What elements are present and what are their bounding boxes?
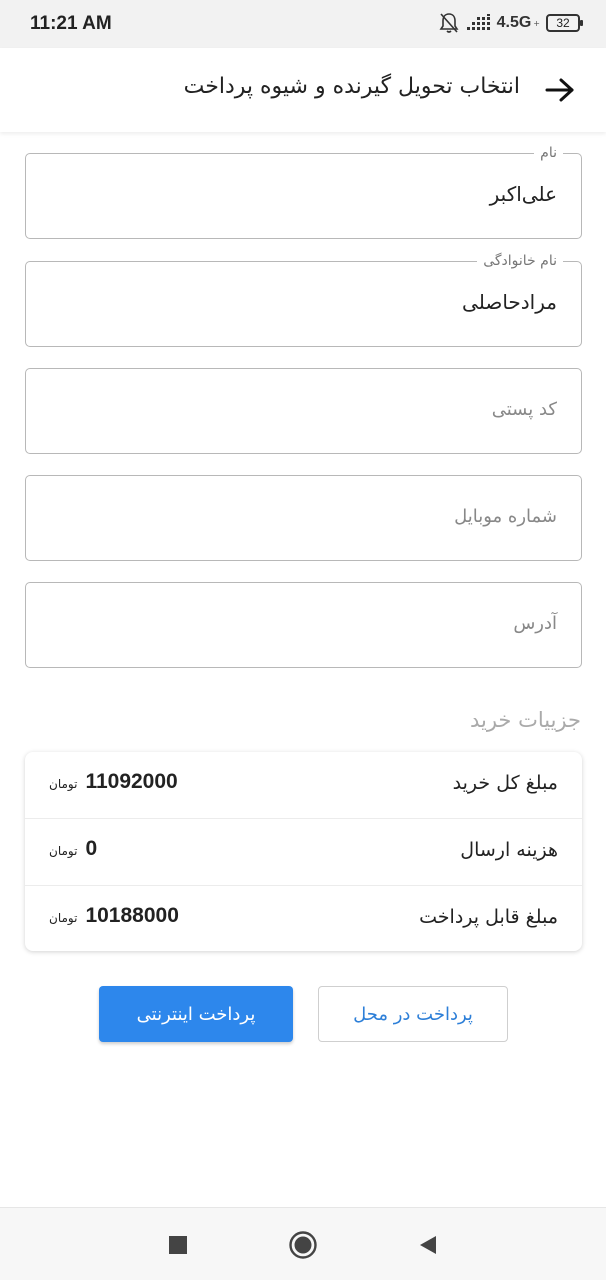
recent-apps-icon xyxy=(169,1236,187,1254)
detail-amount: تومان 11092000 xyxy=(49,770,178,794)
address-placeholder: آدرس xyxy=(513,613,557,634)
postal-code-field[interactable]: کد پستی xyxy=(25,368,582,454)
status-icons: 4.5G + 32 xyxy=(439,12,583,34)
mobile-placeholder: شماره موبایل xyxy=(454,506,557,527)
detail-currency: تومان xyxy=(49,777,78,791)
arrow-right-icon xyxy=(545,78,574,102)
detail-value: 11092000 xyxy=(85,770,178,793)
online-payment-button[interactable]: پرداخت اینترنتی xyxy=(99,986,293,1042)
cash-on-delivery-button[interactable]: پرداخت در محل xyxy=(318,986,508,1042)
status-bar: 11:21 AM 4.5G + 32 xyxy=(0,0,606,48)
detail-value: 0 xyxy=(85,837,98,860)
detail-row-total: مبلغ کل خرید تومان 11092000 xyxy=(25,752,582,818)
home-button[interactable] xyxy=(286,1228,320,1262)
purchase-details-card: مبلغ کل خرید تومان 11092000 هزینه ارسال … xyxy=(25,752,582,951)
network-type: 4.5G xyxy=(496,14,532,31)
back-button[interactable] xyxy=(542,72,578,108)
status-time: 11:21 AM xyxy=(30,13,112,34)
first-name-label: نام xyxy=(534,143,563,163)
first-name-value: علی‌اکبر xyxy=(489,182,557,206)
mobile-field[interactable]: شماره موبایل xyxy=(25,475,582,561)
home-icon xyxy=(289,1231,317,1259)
detail-label: مبلغ کل خرید xyxy=(452,772,558,794)
app-bar: انتخاب تحویل گیرنده و شیوه پرداخت xyxy=(0,48,606,132)
back-nav-button[interactable] xyxy=(411,1228,445,1262)
detail-amount: تومان 10188000 xyxy=(49,904,179,928)
back-icon xyxy=(420,1236,436,1254)
signal-icon xyxy=(466,14,490,30)
address-field[interactable]: آدرس xyxy=(25,582,582,668)
last-name-field[interactable]: نام خانوادگی مرادحاصلی xyxy=(25,251,582,347)
network-sub: + xyxy=(533,18,540,28)
battery-icon: 32 xyxy=(546,14,583,32)
first-name-field[interactable]: نام علی‌اکبر xyxy=(25,143,582,239)
page-title: انتخاب تحویل گیرنده و شیوه پرداخت xyxy=(183,74,520,99)
postal-code-placeholder: کد پستی xyxy=(491,399,557,420)
detail-row-payable: مبلغ قابل پرداخت تومان 10188000 xyxy=(25,885,582,951)
detail-amount: تومان 0 xyxy=(49,837,97,861)
last-name-label: نام خانوادگی xyxy=(477,251,563,271)
recent-apps-button[interactable] xyxy=(161,1228,195,1262)
mute-bell-icon xyxy=(439,13,459,33)
system-nav-bar xyxy=(0,1207,606,1280)
detail-currency: تومان xyxy=(49,844,78,858)
detail-label: مبلغ قابل پرداخت xyxy=(419,906,558,928)
detail-value: 10188000 xyxy=(85,904,179,927)
purchase-details-title: جزییات خرید xyxy=(469,708,581,732)
detail-row-shipping: هزینه ارسال تومان 0 xyxy=(25,818,582,884)
detail-label: هزینه ارسال xyxy=(460,839,558,861)
last-name-value: مرادحاصلی xyxy=(462,290,557,314)
detail-currency: تومان xyxy=(49,911,78,925)
